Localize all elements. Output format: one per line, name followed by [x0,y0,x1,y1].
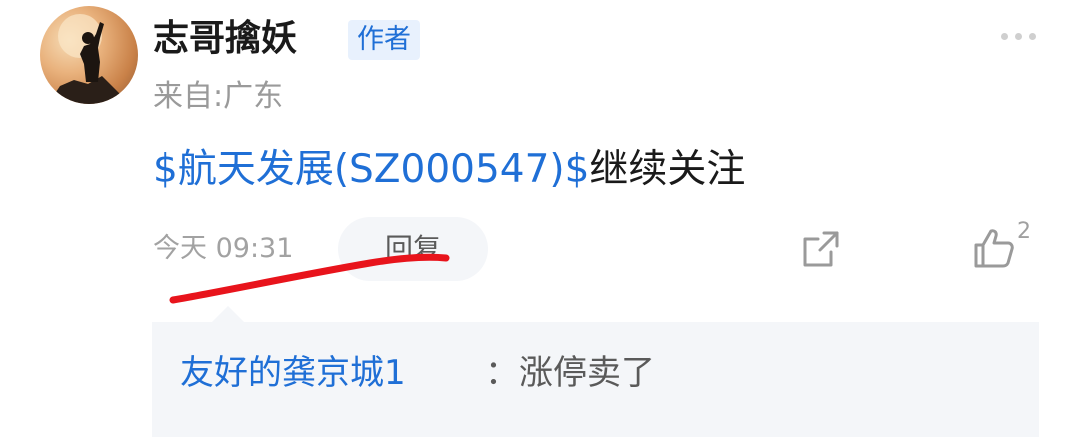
comment-card: 志哥擒妖 作者 来自:广东 $航天发展(SZ000547)$继续关注 今天 09… [0,0,1080,437]
comment-text: 继续关注 [589,147,746,192]
more-dots-icon[interactable] [1001,33,1036,40]
dot [1001,33,1008,40]
reply-box-notch [212,306,244,322]
stock-link[interactable]: $航天发展(SZ000547)$ [153,147,589,192]
location-label: 来自:广东 [153,79,284,114]
like-count: 2 [1017,219,1031,244]
share-icon[interactable] [800,228,842,270]
reply-button[interactable]: 回复 [338,217,488,281]
reply-body: 涨停卖了 [519,353,655,393]
thumbs-up-icon[interactable] [972,226,1016,270]
dot [1029,33,1036,40]
avatar-silhouette-icon [48,14,130,104]
dot [1015,33,1022,40]
timestamp: 今天 09:31 [153,233,294,264]
reply-separator: ： [485,353,519,393]
avatar[interactable] [40,6,138,104]
reply-text: ：涨停卖了 [485,348,655,398]
username[interactable]: 志哥擒妖 [153,14,297,64]
reply-author[interactable]: 友好的龚京城1 [180,348,406,398]
author-badge: 作者 [348,20,420,60]
comment-content: $航天发展(SZ000547)$继续关注 [153,142,745,198]
